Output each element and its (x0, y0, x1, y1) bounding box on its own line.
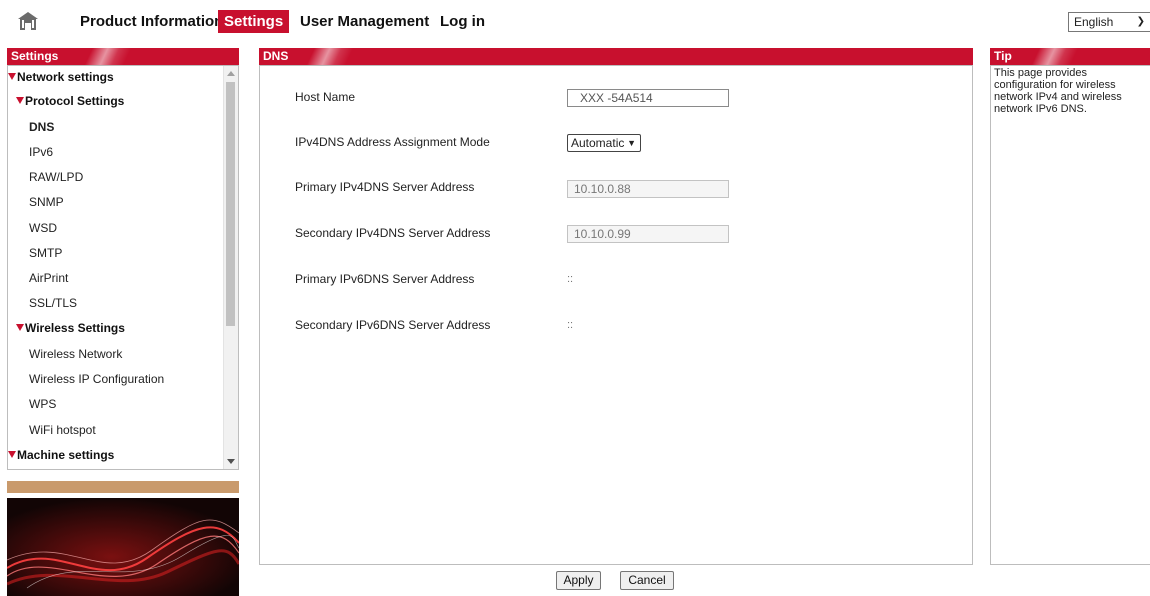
sidebar-item-label: IPv6 (29, 145, 54, 159)
header-decoration (73, 48, 143, 65)
sidebar-item-wifi-hotspot[interactable]: WiFi hotspot (29, 419, 96, 441)
sidebar-item-label: Machine settings (17, 448, 115, 462)
triangle-down-icon[interactable] (8, 451, 16, 459)
chevron-down-icon: ❯ (1136, 16, 1145, 27)
tip-title: Tip (994, 49, 1012, 63)
sidebar-item-label: Network settings (17, 70, 114, 84)
sidebar-item-label: SNMP (29, 195, 64, 209)
ipv4-mode-label: IPv4DNS Address Assignment Mode (295, 135, 490, 149)
sidebar-item-protocol-settings[interactable]: Protocol Settings (16, 90, 124, 112)
sidebar-item-snmp[interactable]: SNMP (29, 191, 64, 213)
dns-settings-panel: Host Name XXX -54A514 IPv4DNS Address As… (259, 65, 973, 565)
sidebar-item-wireless-settings[interactable]: Wireless Settings (16, 317, 125, 339)
sidebar-title: Settings (11, 49, 59, 63)
tip-panel: This page provides configuration for wir… (990, 65, 1150, 565)
decorative-divider (7, 481, 239, 493)
primary-ipv4-label: Primary IPv4DNS Server Address (295, 180, 475, 194)
triangle-down-icon[interactable] (16, 324, 24, 332)
sidebar-item-label: DNS (29, 120, 55, 134)
sidebar-item-label: SSL/TLS (29, 296, 78, 310)
primary-ipv6-value: :: (567, 273, 574, 285)
sidebar-item-wireless-network[interactable]: Wireless Network (29, 343, 122, 365)
sidebar-item-label: AirPrint (29, 271, 69, 285)
home-icon[interactable] (17, 11, 39, 31)
tab-settings[interactable]: Settings (218, 10, 290, 33)
apply-button[interactable]: Apply (556, 571, 601, 590)
sidebar-item-ssl-tls[interactable]: SSL/TLS (29, 292, 77, 314)
sidebar-item-smtp[interactable]: SMTP (29, 242, 62, 264)
cancel-button[interactable]: Cancel (620, 571, 674, 590)
host-name-label: Host Name (295, 90, 356, 104)
sidebar-item-label: SMTP (29, 246, 63, 260)
scroll-up-arrow-icon[interactable] (227, 71, 235, 76)
tab-product-information[interactable]: Product Information (74, 10, 229, 33)
triangle-down-icon[interactable] (16, 97, 24, 105)
secondary-ipv4-input: 10.10.0.99 (567, 225, 729, 243)
sidebar-header: Settings (7, 48, 239, 65)
tab-user-management[interactable]: User Management (294, 10, 435, 33)
sidebar-menu: Network settings Protocol Settings DNS IPv6… (7, 65, 239, 470)
sidebar-item-label: WPS (29, 397, 57, 411)
sidebar-item-network-settings[interactable]: Network settings (8, 66, 114, 88)
ipv4-mode-select[interactable]: Automatic ▼ (567, 134, 641, 152)
language-select[interactable]: English ❯ (1068, 12, 1150, 32)
ipv4-mode-value: Automatic (571, 136, 625, 150)
sidebar-item-label: WSD (29, 221, 57, 235)
sidebar-item-label: Protocol Settings (25, 94, 125, 108)
sidebar-item-raw-lpd[interactable]: RAW/LPD (29, 166, 83, 188)
sidebar-item-airprint[interactable]: AirPrint (29, 267, 68, 289)
dns-section-header: DNS (259, 48, 973, 65)
sidebar-item-dns[interactable]: DNS (29, 116, 54, 138)
sidebar-item-wireless-ip-configuration[interactable]: Wireless IP Configuration (29, 368, 164, 390)
secondary-ipv6-value: :: (567, 319, 574, 331)
sidebar-item-ipv6[interactable]: IPv6 (29, 141, 53, 163)
header-decoration (295, 48, 365, 65)
sidebar-item-label: Wireless IP Configuration (29, 372, 165, 386)
sidebar-item-label: WiFi hotspot (29, 423, 96, 437)
sidebar-item-label: RAW/LPD (29, 170, 84, 184)
header-decoration (1020, 48, 1090, 65)
language-value: English (1074, 15, 1114, 29)
scrollbar-thumb[interactable] (226, 82, 235, 326)
sidebar-item-label: Wireless Settings (25, 321, 125, 335)
chevron-down-icon: ▼ (627, 138, 636, 148)
sidebar-scrollbar[interactable] (223, 66, 238, 469)
red-wave-graphic (7, 498, 239, 596)
primary-ipv4-input: 10.10.0.88 (567, 180, 729, 198)
triangle-down-icon[interactable] (8, 73, 16, 81)
primary-ipv6-label: Primary IPv6DNS Server Address (295, 272, 475, 286)
top-nav-bar: Product Information Settings User Manage… (0, 0, 1150, 42)
sidebar-item-machine-settings[interactable]: Machine settings (8, 444, 114, 466)
tip-text: This page provides configuration for wir… (994, 67, 1122, 115)
sidebar-item-wsd[interactable]: WSD (29, 217, 57, 239)
scroll-down-arrow-icon[interactable] (227, 459, 235, 464)
tab-log-in[interactable]: Log in (434, 10, 491, 33)
tip-section-header: Tip (990, 48, 1150, 65)
secondary-ipv6-label: Secondary IPv6DNS Server Address (295, 318, 491, 332)
decorative-banner-image (7, 498, 239, 596)
host-name-input[interactable]: XXX -54A514 (567, 89, 729, 107)
sidebar-item-label: Wireless Network (29, 347, 123, 361)
page-title: DNS (263, 49, 289, 63)
secondary-ipv4-label: Secondary IPv4DNS Server Address (295, 226, 491, 240)
sidebar-item-wps[interactable]: WPS (29, 393, 56, 415)
